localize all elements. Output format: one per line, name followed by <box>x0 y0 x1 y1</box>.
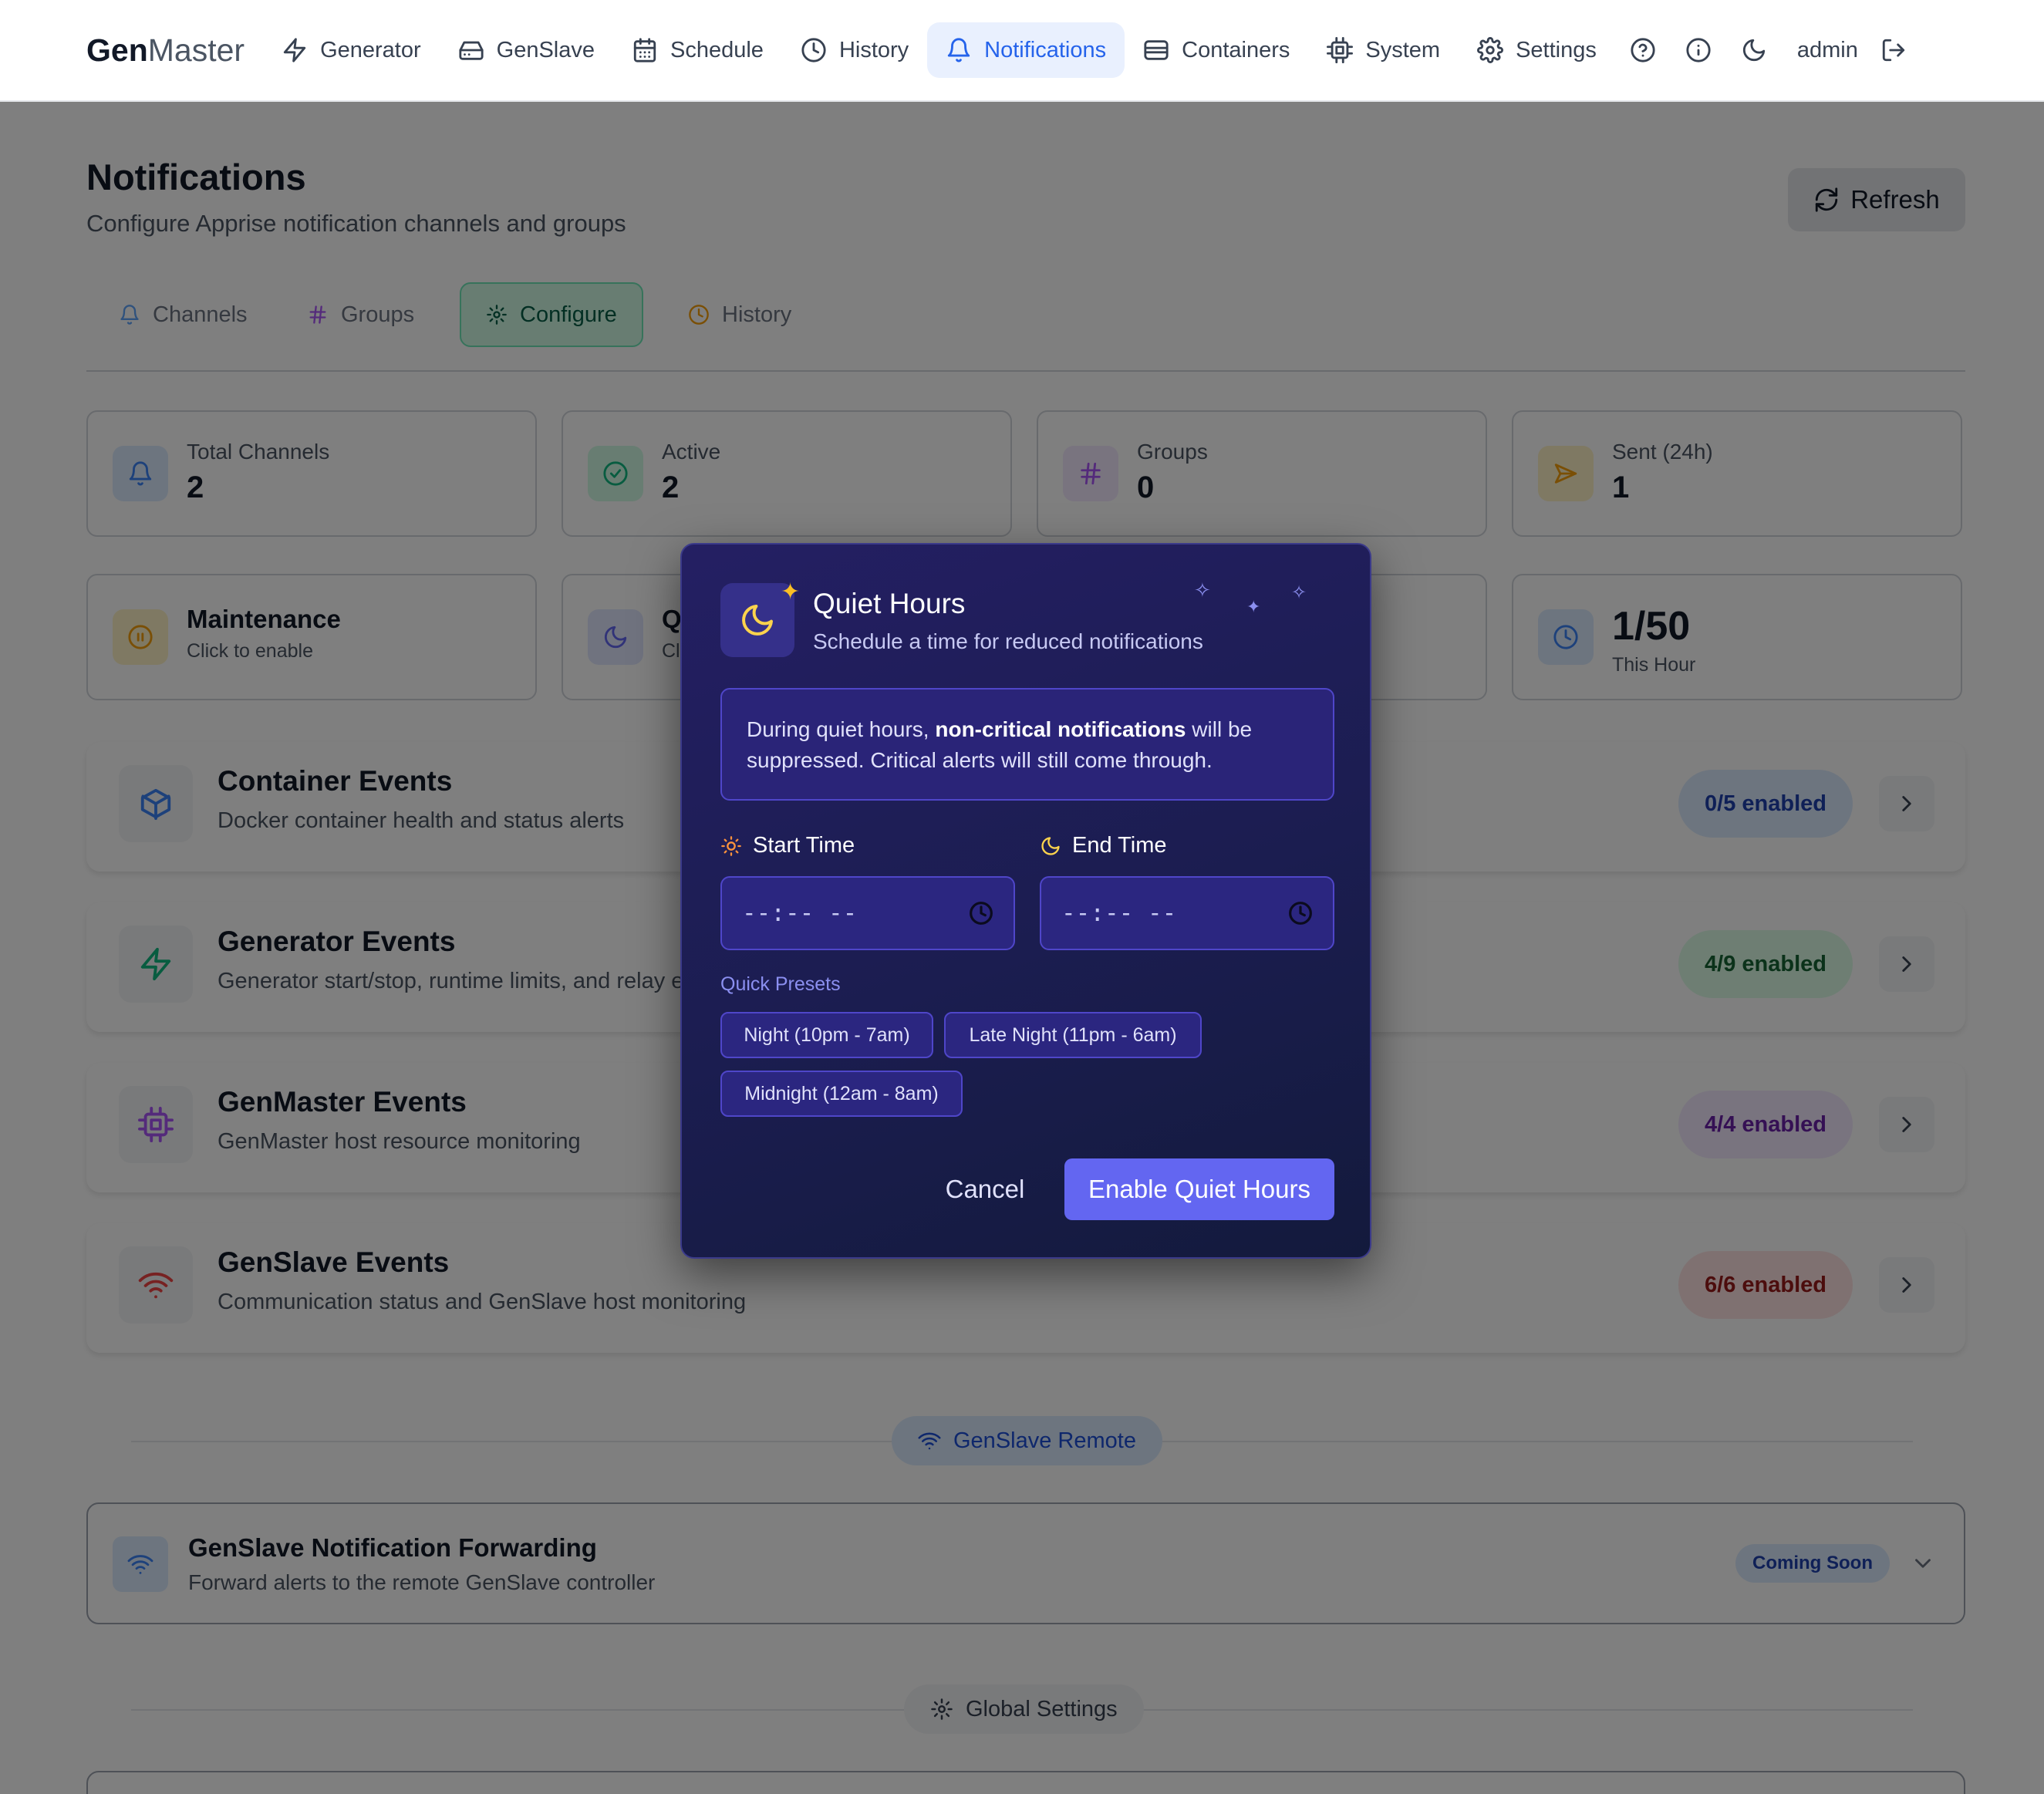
nav-item-schedule[interactable]: Schedule <box>613 22 782 78</box>
username: admin <box>1796 37 1858 62</box>
preset-night-button[interactable]: Night (10pm - 7am) <box>720 1012 933 1058</box>
calendar-icon <box>632 37 658 63</box>
enable-quiet-hours-button[interactable]: Enable Quiet Hours <box>1064 1158 1334 1220</box>
nav-item-generator[interactable]: Generator <box>263 22 440 78</box>
preset-late-night-button[interactable]: Late Night (11pm - 6am) <box>944 1012 1202 1058</box>
nav-item-label: Notifications <box>984 37 1107 62</box>
modal-subtitle: Schedule a time for reduced notification… <box>813 629 1203 653</box>
info-icon <box>1685 37 1712 63</box>
brand-gen: Gen <box>86 32 148 68</box>
help-circle-icon <box>1630 37 1656 63</box>
brand-master: Master <box>147 32 245 68</box>
nav-item-settings[interactable]: Settings <box>1459 22 1615 78</box>
gear-icon <box>1477 37 1504 63</box>
sparkle-icon: ✦ <box>1246 597 1261 616</box>
clock-icon <box>1288 901 1313 926</box>
start-time-value: --:-- -- <box>742 899 858 927</box>
info-button[interactable] <box>1671 22 1726 78</box>
theme-toggle-button[interactable] <box>1726 22 1782 78</box>
sun-icon <box>720 835 742 857</box>
brand-logo[interactable]: Gen Master <box>86 32 245 69</box>
start-time-input[interactable]: --:-- -- <box>720 876 1015 950</box>
nav-item-label: Containers <box>1182 37 1290 62</box>
log-out-icon <box>1880 37 1907 63</box>
nav-item-label: GenSlave <box>496 37 595 62</box>
clock-icon <box>969 901 993 926</box>
modal-title: Quiet Hours <box>813 588 966 619</box>
nav-item-genslave[interactable]: GenSlave <box>440 22 613 78</box>
end-time-input[interactable]: --:-- -- <box>1040 876 1334 950</box>
cpu-icon <box>1327 37 1354 63</box>
moon-icon <box>1741 37 1767 63</box>
nav-item-label: Generator <box>320 37 421 62</box>
cancel-button[interactable]: Cancel <box>927 1158 1043 1220</box>
nav-item-label: System <box>1365 37 1441 62</box>
quick-presets-label: Quick Presets <box>720 973 841 995</box>
hard-drive-icon <box>458 37 484 63</box>
nav-item-history[interactable]: History <box>782 22 927 78</box>
nav-item-notifications[interactable]: Notifications <box>927 22 1125 78</box>
nav-item-label: Schedule <box>670 37 764 62</box>
nav-item-system[interactable]: System <box>1308 22 1459 78</box>
zap-icon <box>282 37 308 63</box>
nav-item-label: History <box>838 37 909 62</box>
end-time-label: End Time <box>1040 833 1167 858</box>
info-text-pre: During quiet hours, <box>747 717 929 741</box>
logout-button[interactable] <box>1875 22 1912 78</box>
moon-icon <box>1040 835 1061 857</box>
sparkle-icon: ✦ <box>781 579 801 605</box>
nav-item-containers[interactable]: Containers <box>1125 22 1308 78</box>
end-time-text: End Time <box>1072 833 1167 858</box>
containers-icon <box>1143 37 1169 63</box>
info-text-bold: non-critical notifications <box>935 717 1186 741</box>
help-button[interactable] <box>1615 22 1671 78</box>
quiet-hours-info: During quiet hours, non-critical notific… <box>720 688 1334 801</box>
start-time-text: Start Time <box>753 833 855 858</box>
quiet-hours-modal: ✦ ✧ ✦ ✧ Quiet Hours Schedule a time for … <box>680 543 1371 1259</box>
sparkle-icon: ✧ <box>1291 582 1307 603</box>
nav-item-label: Settings <box>1516 37 1597 62</box>
clock-icon <box>801 37 827 63</box>
sparkle-icon: ✧ <box>1194 578 1211 602</box>
top-nav: Gen Master Generator GenSlave Schedule Hi… <box>0 0 2044 102</box>
preset-midnight-button[interactable]: Midnight (12am - 8am) <box>720 1071 963 1117</box>
bell-icon <box>946 37 972 63</box>
start-time-label: Start Time <box>720 833 855 858</box>
end-time-value: --:-- -- <box>1061 899 1177 927</box>
